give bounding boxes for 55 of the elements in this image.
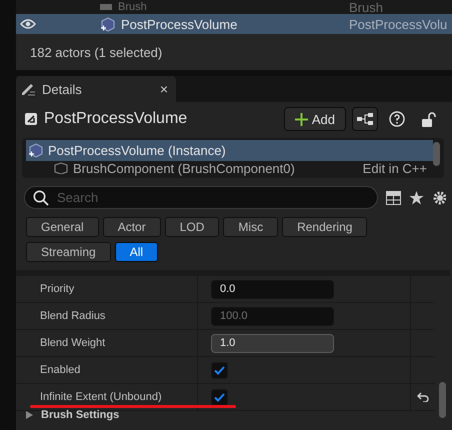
checkbox[interactable] [211,362,228,378]
number-field[interactable]: 0.0 [211,280,334,298]
hierarchy-icon [357,113,373,125]
filter-button[interactable]: Actor [102,217,161,237]
actor-count: 182 actors (1 selected) [30,44,162,60]
volume-cube-icon [100,16,115,32]
number-field[interactable]: 1.0 [211,334,334,352]
component-row[interactable]: PostProcessVolume (Instance) [26,140,433,161]
filter-button[interactable]: Streaming [26,242,111,262]
filter-button[interactable]: Misc [223,217,278,237]
filter-button[interactable]: General [26,217,99,237]
add-button[interactable]: Add [284,107,346,131]
checkbox[interactable] [211,388,228,406]
cube-outline-icon [54,162,68,174]
help-icon [389,111,405,127]
volume-cube-icon [28,142,43,158]
reset-arrow-icon[interactable] [417,392,429,402]
close-icon[interactable]: × [160,81,168,97]
eye-icon[interactable] [20,19,36,29]
actor-title: PostProcessVolume [44,110,188,128]
settings-icon[interactable] [432,190,446,206]
component-name: PostProcessVolume (Instance) [48,142,227,158]
table-icon[interactable] [386,190,401,204]
check-icon [214,366,225,374]
property-label: Blend Radius [16,303,198,329]
search-input[interactable]: Search [55,189,369,206]
search-icon [33,190,49,206]
pencil-icon [20,82,36,96]
details-tab[interactable]: Details × [16,76,176,102]
edit-link[interactable]: Edit in C++ [362,160,433,176]
unlocked-padlock-icon [422,112,436,126]
actor-name: PostProcessVolume [121,16,238,32]
actor-type: PostProcessVolu [349,16,448,32]
expand-arrow-icon[interactable] [26,411,33,419]
check-icon [214,392,225,402]
property-label: Enabled [16,357,198,383]
hierarchy-button[interactable] [352,107,378,131]
section-title[interactable]: Brush Settings [41,409,120,421]
actor-name: Brush [118,1,147,13]
component-row[interactable]: BrushComponent (BrushComponent0) Edit in C++ [26,160,433,176]
property-label: Priority [16,276,198,302]
outliner-row[interactable]: PostProcessVolume PostProcessVolu [16,14,452,34]
component-name: BrushComponent (BrushComponent0) [73,160,296,176]
tab-title: Details [42,82,83,96]
filter-button[interactable]: All [114,242,158,262]
scrollbar-thumb[interactable] [439,382,446,418]
star-icon[interactable] [409,190,424,204]
property-label: Blend Weight [16,330,198,356]
filter-button[interactable]: Rendering [282,217,368,237]
plus-icon [294,112,308,126]
actor-type: Brush [349,0,383,14]
search-field[interactable]: Search [24,186,378,209]
filter-button[interactable]: LOD [164,217,220,237]
scrollbar-thumb[interactable] [433,142,440,166]
actor-icon [24,112,38,126]
